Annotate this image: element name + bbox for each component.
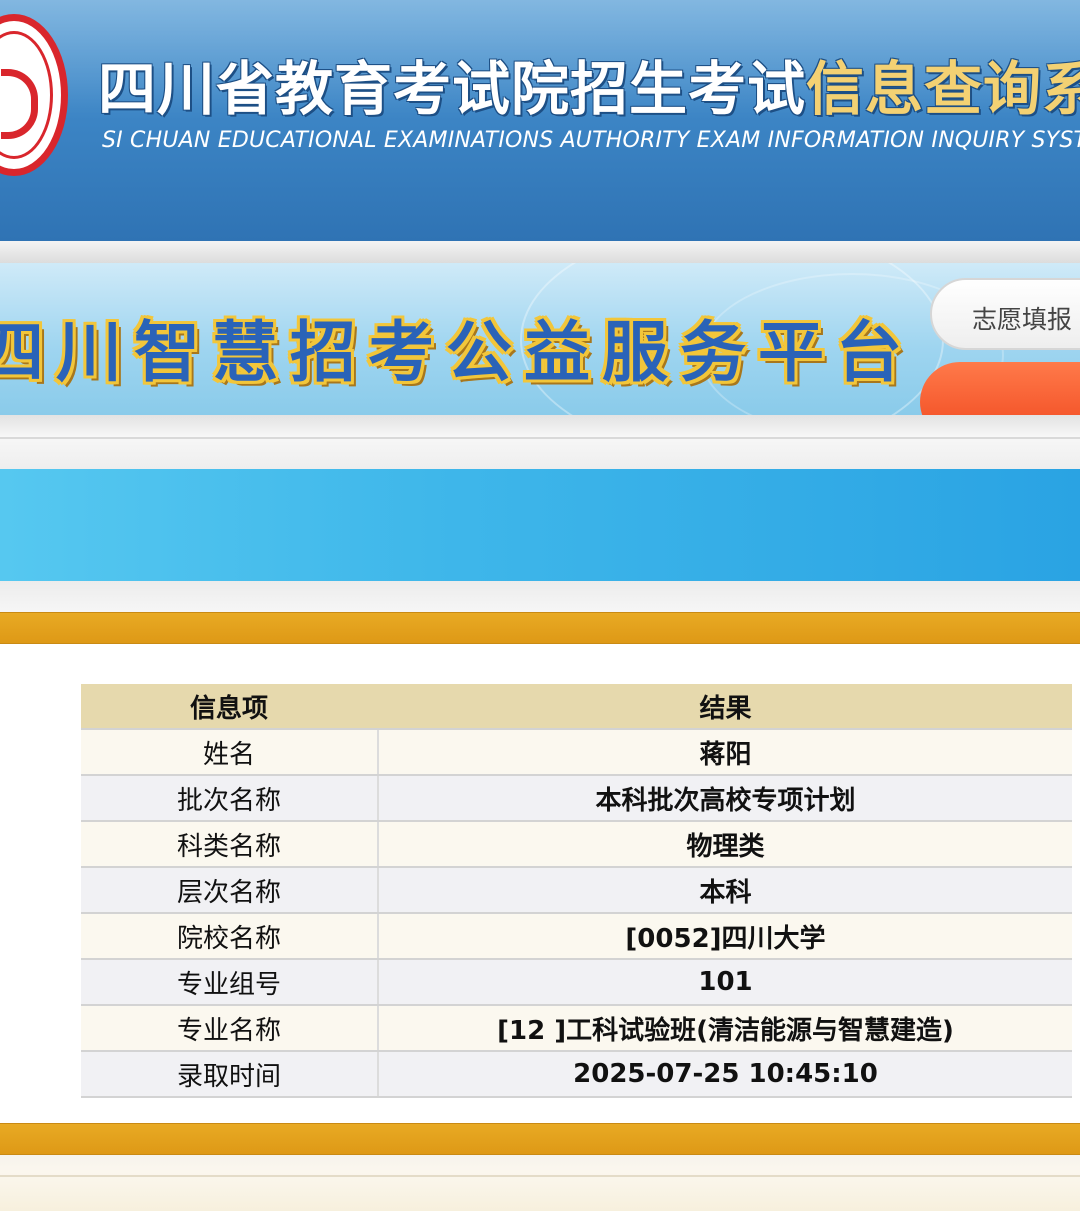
row-label: 专业名称	[81, 1005, 379, 1052]
result-top-bar	[0, 612, 1080, 644]
site-title-main: 四川省教育考试院招生考试	[98, 55, 807, 123]
table-row: 院校名称 [0052]四川大学	[81, 913, 1072, 960]
band-gap	[0, 581, 1080, 612]
row-value: 101	[378, 959, 1072, 1006]
volunteer-filling-button[interactable]: 志愿填报	[930, 278, 1080, 350]
row-label: 层次名称	[81, 867, 379, 914]
row-label: 批次名称	[81, 775, 379, 822]
platform-banner: 四川智慧招考公益服务平台	[0, 263, 1080, 415]
site-title-highlight: 信息查询系统	[806, 55, 1080, 123]
header-divider	[0, 241, 1080, 263]
footer-strip	[0, 1155, 1080, 1211]
volunteer-filling-label: 志愿填报	[972, 305, 1073, 334]
table-row: 层次名称 本科	[81, 867, 1072, 914]
row-label: 科类名称	[81, 821, 379, 868]
table-row: 批次名称 本科批次高校专项计划	[81, 775, 1072, 822]
column-header-item: 信息项	[81, 684, 379, 730]
table-row: 专业名称 [12 ]工科试验班(清洁能源与智慧建造)	[81, 1005, 1072, 1052]
admission-result-table: 信息项 结果 姓名 蒋阳 批次名称 本科批次高校专项计划 科类名称 物理类 层次…	[81, 684, 1072, 1098]
table-row: 录取时间 2025-07-25 10:45:10	[81, 1051, 1072, 1098]
table-row: 科类名称 物理类	[81, 821, 1072, 868]
row-value: 物理类	[378, 821, 1072, 868]
site-header: 四川省教育考试院招生考试信息查询系统 SI CHUAN EDUCATIONAL …	[0, 0, 1080, 241]
row-value: [0052]四川大学	[378, 913, 1072, 960]
row-value: 蒋阳	[378, 729, 1072, 776]
nav-band	[0, 469, 1080, 581]
divider-line	[0, 1175, 1080, 1177]
row-label: 姓名	[81, 729, 379, 776]
banner-bottom-strip	[0, 415, 1080, 469]
platform-title: 四川智慧招考公益服务平台	[0, 314, 914, 391]
row-label: 录取时间	[81, 1051, 379, 1098]
row-value: 本科	[378, 867, 1072, 914]
table-row: 专业组号 101	[81, 959, 1072, 1006]
site-title: 四川省教育考试院招生考试信息查询系统	[98, 42, 1080, 126]
site-subtitle: SI CHUAN EDUCATIONAL EXAMINATIONS AUTHOR…	[102, 128, 1080, 153]
column-header-result: 结果	[378, 684, 1072, 730]
row-label: 院校名称	[81, 913, 379, 960]
row-value: 2025-07-25 10:45:10	[378, 1051, 1072, 1098]
divider-line	[0, 437, 1080, 439]
row-label: 专业组号	[81, 959, 379, 1006]
admission-result-page: 四川省教育考试院招生考试信息查询系统 SI CHUAN EDUCATIONAL …	[0, 0, 1080, 1211]
table-row: 姓名 蒋阳	[81, 729, 1072, 776]
row-value: [12 ]工科试验班(清洁能源与智慧建造)	[378, 1005, 1072, 1052]
row-value: 本科批次高校专项计划	[378, 775, 1072, 822]
table-header-row: 信息项 结果	[81, 684, 1072, 730]
result-bottom-bar	[0, 1123, 1080, 1155]
